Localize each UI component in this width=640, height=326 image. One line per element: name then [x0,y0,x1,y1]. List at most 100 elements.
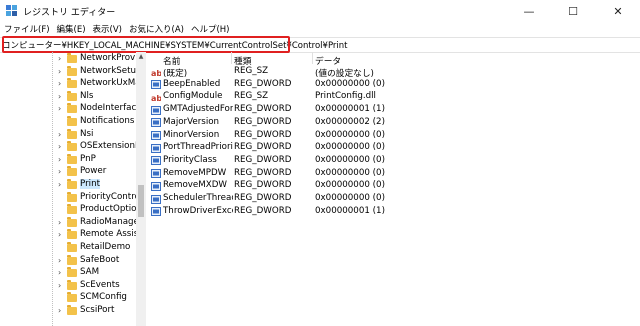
value-row[interactable]: MajorVersion REG_DWORD 0x00000002 (2) [147,117,640,130]
tree-item[interactable]: PriorityControl [0,191,137,205]
svg-text:ab: ab [151,69,161,77]
value-name: ConfigModule [163,91,223,102]
binary-value-icon [151,105,161,115]
folder-icon [67,153,77,164]
binary-value-icon [151,169,161,179]
folder-icon [67,179,77,189]
tree-item-label: PriorityControl [80,191,137,202]
chevron-right-icon[interactable]: › [58,218,61,227]
menu-edit[interactable]: 編集(E) [54,23,89,35]
tree-item[interactable]: ProductOption [0,204,136,217]
chevron-right-icon[interactable]: › [58,180,61,189]
folder-icon [67,305,77,315]
tree-item-label: NetworkUxMar [80,78,136,89]
tree-item[interactable]: › NetworkProvid [0,53,136,66]
tree-item[interactable]: SCMConfig [0,292,136,305]
menu-file[interactable]: ファイル(F) [1,23,53,35]
tree-item-label: NetworkProvid [80,53,137,63]
value-row[interactable]: SchedulerThread...REG_DWORD 0x00000000 (0… [147,193,640,206]
tree-item[interactable]: › NetworkUxMar [0,78,136,91]
folder-icon [67,279,77,290]
binary-value-icon [151,131,161,140]
chevron-right-icon[interactable]: › [58,230,61,239]
menu-view[interactable]: 表示(V) [90,23,125,35]
value-name: ThrowDriverExce... [163,205,233,216]
chevron-right-icon[interactable]: › [58,256,61,265]
key-tree[interactable]: › NetworkProvid › NetworkSetup2 › NetworkUxMa… [0,52,137,326]
registry-editor-app-icon [6,5,17,16]
value-data: 0x00000000 (0) [315,180,385,191]
value-data: 0x00000000 (0) [315,167,385,178]
value-name: RemoveMPDW [163,167,227,178]
value-row[interactable]: ab ConfigModule REG_SZ PrintConfig.dll [147,91,640,104]
tree-item[interactable]: › ScsiPort [0,305,136,318]
scroll-up-arrow-icon[interactable]: ▲ [136,52,146,62]
tree-item[interactable]: RetailDemo [0,242,136,255]
close-button[interactable]: ✕ [596,0,640,22]
value-row[interactable]: BeepEnabled REG_DWORD 0x00000000 (0) [147,79,640,92]
value-type: REG_DWORD [234,180,292,191]
value-type: REG_SZ [234,66,269,76]
tree-item[interactable]: › RadioManagen [0,216,136,230]
value-row[interactable]: PriorityClass REG_DWORD 0x00000000 (0) [147,155,640,168]
value-row[interactable]: GMTAdjustedFor...REG_DWORD 0x00000001 (1) [147,104,640,117]
value-name: PortThreadPriority [163,142,233,153]
tree-scrollbar-thumb[interactable] [138,185,144,217]
chevron-right-icon[interactable]: › [58,167,61,176]
svg-text:ab: ab [151,94,161,102]
string-value-icon: ab [151,94,161,102]
tree-item[interactable]: › Print [0,179,136,192]
value-name: RemoveMXDW [163,180,227,191]
chevron-right-icon[interactable]: › [58,142,61,151]
menu-favorites[interactable]: お気に入り(A) [126,23,187,35]
tree-item[interactable]: › Remote Assista [0,229,136,242]
tree-item[interactable]: › Power [0,166,136,179]
chevron-right-icon[interactable]: › [58,130,61,139]
tree-item[interactable]: › PnP [0,153,136,167]
value-row[interactable]: ab (既定) REG_SZ (値の設定なし) [147,66,640,79]
maximize-button[interactable]: ☐ [551,0,595,22]
value-data: PrintConfig.dll [315,91,376,102]
minimize-button[interactable]: — [507,0,551,22]
tree-item[interactable]: › NetworkSetup2 [0,65,136,79]
values-list[interactable]: 名前 種類 データ ab (既定) REG_SZ (値の設定なし) BeepEnable… [147,52,640,326]
value-data: 0x00000001 (1) [315,104,385,115]
value-row[interactable]: RemoveMPDW REG_DWORD 0x00000000 (0) [147,168,640,181]
tree-item[interactable]: › SAM [0,267,136,280]
chevron-right-icon[interactable]: › [58,54,61,63]
value-row[interactable]: ThrowDriverExce...REG_DWORD 0x00000001 (1… [147,206,640,219]
tree-item[interactable]: › SafeBoot [0,254,136,268]
folder-icon [67,191,77,202]
chevron-right-icon[interactable]: › [58,268,61,277]
value-row[interactable]: PortThreadPriorityREG_DWORD 0x00000000 (0… [147,142,640,155]
chevron-right-icon[interactable]: › [58,306,61,315]
value-name: BeepEnabled [163,78,221,89]
folder-icon [67,116,77,126]
column-separator[interactable] [231,52,232,64]
chevron-right-icon[interactable]: › [58,281,61,290]
tree-item-label: Nls [80,90,94,101]
folder-icon [67,292,77,303]
binary-value-icon [151,194,161,204]
tree-item[interactable]: › Nls [0,90,136,104]
value-data: 0x00000002 (2) [315,116,385,127]
tree-item[interactable]: › Nsi [0,128,136,142]
value-row[interactable]: MinorVersion REG_DWORD 0x00000000 (0) [147,130,640,143]
chevron-right-icon[interactable]: › [58,92,61,101]
tree-item[interactable]: Notifications [0,116,136,129]
value-row[interactable]: RemoveMXDW REG_DWORD 0x00000000 (0) [147,180,640,193]
menu-help[interactable]: ヘルプ(H) [188,23,233,35]
chevron-right-icon[interactable]: › [58,104,61,113]
tree-item[interactable]: › NodeInterfaces [0,103,136,116]
column-separator[interactable] [312,52,313,64]
tree-item[interactable]: › ScEvents [0,279,136,293]
chevron-right-icon[interactable]: › [58,79,61,88]
value-name: GMTAdjustedFor... [163,104,233,115]
chevron-right-icon[interactable]: › [58,67,61,76]
chevron-right-icon[interactable]: › [58,155,61,164]
tree-item-label: SAM [80,267,100,278]
tree-item[interactable]: › OSExtensionDa [0,141,136,154]
tree-item-label: Power [80,166,107,177]
value-data: (値の設定なし) [315,69,374,79]
tree-item-label: PnP [80,153,96,164]
